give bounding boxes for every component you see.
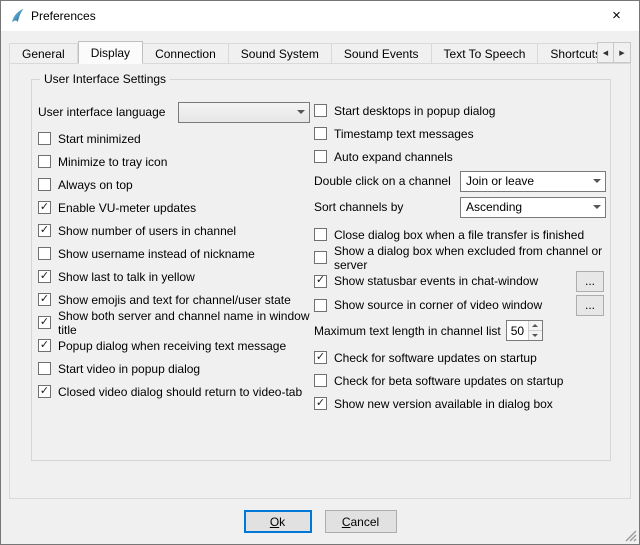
- checkbox-auto-expand-channels[interactable]: Auto expand channels: [314, 145, 606, 168]
- checkbox-start-video-in-popup-dialog[interactable]: Start video in popup dialog: [38, 357, 310, 380]
- checkbox-start-desktops-in-popup-dialog[interactable]: Start desktops in popup dialog: [314, 99, 606, 122]
- checkbox-start-minimized[interactable]: Start minimized: [38, 127, 310, 150]
- checkbox-always-on-top[interactable]: Always on top: [38, 173, 310, 196]
- right-column: Start desktops in popup dialog Timestamp…: [314, 99, 606, 415]
- titlebar: Preferences ×: [1, 1, 639, 31]
- checkbox-box: [314, 228, 327, 241]
- checkbox-show-source-in-corner-of-video-window[interactable]: Show source in corner of video window: [314, 293, 542, 317]
- language-row: User interface language: [38, 99, 310, 125]
- checkbox-box: [314, 299, 327, 312]
- checkbox-show-statusbar-events-in-chat-window[interactable]: Show statusbar events in chat-window: [314, 269, 538, 293]
- checkbox-box: [314, 150, 327, 163]
- checkbox-box: [38, 155, 51, 168]
- checkbox-check-for-software-updates-on-startup[interactable]: Check for software updates on startup: [314, 346, 606, 369]
- tab-connection[interactable]: Connection: [143, 43, 229, 64]
- tab-sound-events[interactable]: Sound Events: [332, 43, 432, 64]
- tab-bar: General Display Connection Sound System …: [9, 41, 631, 64]
- group-title: User Interface Settings: [40, 72, 170, 86]
- checkbox-box: [38, 339, 51, 352]
- checkbox-box: [314, 104, 327, 117]
- language-select[interactable]: [178, 102, 310, 123]
- checkbox-box: [314, 251, 327, 264]
- double-click-select[interactable]: Join or leave: [460, 171, 606, 192]
- checkbox-box: [38, 178, 51, 191]
- checkbox-minimize-to-tray-icon[interactable]: Minimize to tray icon: [38, 150, 310, 173]
- checkbox-box: [38, 132, 51, 145]
- app-icon: [9, 8, 25, 24]
- checkbox-box: [314, 374, 327, 387]
- checkbox-box: [38, 201, 51, 214]
- checkbox-timestamp-text-messages[interactable]: Timestamp text messages: [314, 122, 606, 145]
- video-source-config-button[interactable]: ...: [576, 295, 604, 316]
- statusbar-events-row: Show statusbar events in chat-window ...: [314, 269, 606, 293]
- checkbox-box: [38, 316, 51, 329]
- checkbox-box: [38, 362, 51, 375]
- checkbox-show-username-instead-of-nickname[interactable]: Show username instead of nickname: [38, 242, 310, 265]
- spin-down-button[interactable]: [529, 330, 542, 340]
- close-button[interactable]: ×: [594, 1, 639, 30]
- max-text-length-label: Maximum text length in channel list: [314, 324, 501, 338]
- language-label: User interface language: [38, 105, 178, 119]
- tab-scroll-left-button[interactable]: ◀: [597, 42, 614, 63]
- ok-button[interactable]: Ok: [244, 510, 312, 533]
- tab-scroll-right-button[interactable]: ▶: [614, 42, 631, 63]
- tab-display[interactable]: Display: [78, 41, 143, 64]
- checkbox-box: [38, 293, 51, 306]
- checkbox-enable-vu-meter-updates[interactable]: Enable VU-meter updates: [38, 196, 310, 219]
- spin-up-button[interactable]: [529, 321, 542, 330]
- checkbox-show-both-server-and-channel-name-in-window-title[interactable]: Show both server and channel name in win…: [38, 311, 310, 334]
- window-title: Preferences: [31, 9, 96, 23]
- checkbox-box: [38, 270, 51, 283]
- checkbox-show-new-version-available-in-dialog-box[interactable]: Show new version available in dialog box: [314, 392, 606, 415]
- checkbox-box: [314, 397, 327, 410]
- preferences-dialog: Preferences × General Display Connection…: [0, 0, 640, 545]
- checkbox-box: [314, 127, 327, 140]
- chevron-down-icon: [292, 103, 309, 122]
- sort-channels-row: Sort channels by Ascending: [314, 194, 606, 220]
- sort-channels-label: Sort channels by: [314, 200, 460, 214]
- checkbox-box: [314, 351, 327, 364]
- checkbox-show-number-of-users-in-channel[interactable]: Show number of users in channel: [38, 219, 310, 242]
- dialog-footer: Ok Cancel: [1, 510, 639, 533]
- double-click-label: Double click on a channel: [314, 174, 460, 188]
- tab-scroll-control: ◀ ▶: [597, 42, 631, 63]
- tab-sound-system[interactable]: Sound System: [229, 43, 332, 64]
- sort-channels-select[interactable]: Ascending: [460, 197, 606, 218]
- checkbox-closed-video-dialog-should-return-to-video-tab[interactable]: Closed video dialog should return to vid…: [38, 380, 310, 403]
- checkbox-box: [38, 247, 51, 260]
- tab-text-to-speech[interactable]: Text To Speech: [432, 43, 539, 64]
- checkbox-popup-dialog-when-receiving-text-message[interactable]: Popup dialog when receiving text message: [38, 334, 310, 357]
- user-interface-settings-group: User Interface Settings User interface l…: [31, 79, 611, 461]
- max-text-length-row: Maximum text length in channel list 50: [314, 317, 606, 344]
- left-column: User interface language Start minimized …: [38, 99, 310, 415]
- checkbox-box: [38, 385, 51, 398]
- resize-grip[interactable]: [624, 529, 637, 542]
- cancel-button[interactable]: Cancel: [325, 510, 397, 533]
- chevron-down-icon: [588, 198, 605, 217]
- statusbar-events-config-button[interactable]: ...: [576, 271, 604, 292]
- checkbox-show-last-to-talk-in-yellow[interactable]: Show last to talk in yellow: [38, 265, 310, 288]
- double-click-row: Double click on a channel Join or leave: [314, 168, 606, 194]
- video-source-row: Show source in corner of video window ..…: [314, 293, 606, 317]
- checkbox-box: [314, 275, 327, 288]
- checkbox-box: [38, 224, 51, 237]
- checkbox-show-dialog-box-when-excluded[interactable]: Show a dialog box when excluded from cha…: [314, 246, 606, 269]
- display-tab-page: User Interface Settings User interface l…: [9, 63, 631, 499]
- chevron-down-icon: [588, 172, 605, 191]
- checkbox-check-for-beta-software-updates-on-startup[interactable]: Check for beta software updates on start…: [314, 369, 606, 392]
- tab-general[interactable]: General: [9, 43, 78, 64]
- max-text-length-spinner[interactable]: 50: [506, 320, 543, 341]
